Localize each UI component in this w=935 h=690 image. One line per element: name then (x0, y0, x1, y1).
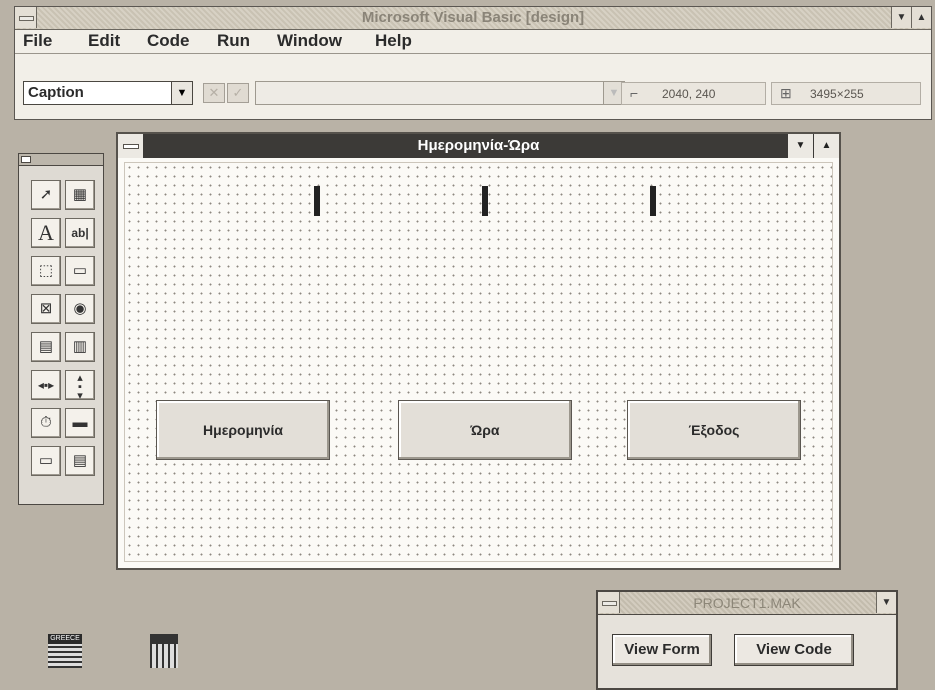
label-icon[interactable]: A (31, 218, 61, 248)
vscroll-icon[interactable]: ▴ ▪ ▾ (65, 370, 95, 402)
menu-help[interactable]: Help (375, 31, 412, 51)
drive-list-icon[interactable]: ▬ (65, 408, 95, 438)
timer-icon[interactable]: ⏱ (31, 408, 61, 438)
toolbox: ➚ ▦ A ab| ⬚ ▭ ⊠ ◉ ▤ ▥ ◂▪▸ ▴ ▪ ▾ ⏱ ▬ ▭ ▤ (18, 153, 104, 505)
menu-code[interactable]: Code (147, 31, 190, 51)
view-form-button[interactable]: View Form (612, 634, 712, 666)
cancel-icon[interactable]: ✕ (203, 83, 225, 103)
date-button[interactable]: Ημερομηνία (156, 400, 330, 460)
selection-handle[interactable] (650, 186, 656, 216)
exit-button[interactable]: Έξοδος (627, 400, 801, 460)
project-minimize-button[interactable]: ▼ (876, 592, 896, 613)
pointer-icon[interactable]: ➚ (31, 180, 61, 210)
properties-combo[interactable]: Caption ▼ (23, 81, 193, 105)
combo-box-icon[interactable]: ▤ (31, 332, 61, 362)
project-title: PROJECT1.MAK (693, 595, 801, 611)
frame-icon[interactable]: ⬚ (31, 256, 61, 286)
text-box-icon[interactable]: ab| (65, 218, 95, 248)
menu-file[interactable]: File (23, 31, 52, 51)
command-button-icon[interactable]: ▭ (65, 256, 95, 286)
greece-icon-label: GREECE (48, 634, 82, 644)
position-value: 2040, 240 (662, 87, 716, 101)
view-code-button[interactable]: View Code (734, 634, 854, 666)
position-icon: ⌐ (630, 85, 639, 101)
dir-list-icon[interactable]: ▭ (31, 446, 61, 476)
position-readout: ⌐ 2040, 240 (621, 82, 766, 105)
design-form: Ημερομηνία-Ώρα ▼ ▲ Ημερομηνία Ώρα Έξοδος (116, 132, 841, 570)
accept-icon[interactable]: ✓ (227, 83, 249, 103)
form-maximize-button[interactable]: ▲ (813, 134, 839, 158)
option-button-icon[interactable]: ◉ (65, 294, 95, 324)
selection-handle[interactable] (314, 186, 320, 216)
file-list-icon[interactable]: ▤ (65, 446, 95, 476)
form-design-grid[interactable] (124, 162, 833, 562)
menu-edit[interactable]: Edit (88, 31, 120, 51)
menu-window[interactable]: Window (277, 31, 342, 51)
property-value-box[interactable]: ▼ (255, 81, 625, 105)
hscroll-icon[interactable]: ◂▪▸ (31, 370, 61, 400)
size-value: 3495×255 (810, 87, 864, 101)
toolbox-header[interactable] (19, 154, 103, 166)
time-button[interactable]: Ώρα (398, 400, 572, 460)
maximize-button[interactable]: ▲ (911, 7, 931, 28)
project-title-bar[interactable]: PROJECT1.MAK ▼ (598, 592, 896, 615)
vb-main-window: Microsoft Visual Basic [design] ▼ ▲ File… (14, 6, 932, 120)
calculator-app-icon[interactable] (150, 634, 184, 668)
properties-combo-value: Caption (28, 84, 84, 101)
check-box-icon[interactable]: ⊠ (31, 294, 61, 324)
form-title-bar[interactable]: Ημερομηνία-Ώρα ▼ ▲ (118, 134, 839, 158)
size-readout: ⊞ 3495×255 (771, 82, 921, 105)
combo-arrow-icon[interactable]: ▼ (171, 82, 192, 104)
list-box-icon[interactable]: ▥ (65, 332, 95, 362)
toolbar: Caption ▼ ✕ ✓ ▼ ⌐ 2040, 240 ⊞ 3495×255 (15, 54, 931, 120)
project-window: PROJECT1.MAK ▼ View Form View Code (596, 590, 898, 690)
app-title: Microsoft Visual Basic [design] (361, 9, 585, 26)
size-icon: ⊞ (780, 85, 792, 101)
title-bar[interactable]: Microsoft Visual Basic [design] ▼ ▲ (15, 7, 931, 30)
selection-handle[interactable] (482, 186, 488, 216)
greece-app-icon[interactable]: GREECE (48, 634, 82, 668)
menu-run[interactable]: Run (217, 31, 250, 51)
form-title: Ημερομηνία-Ώρα (417, 137, 540, 154)
picture-box-icon[interactable]: ▦ (65, 180, 95, 210)
form-minimize-button[interactable]: ▼ (787, 134, 813, 158)
minimize-button[interactable]: ▼ (891, 7, 911, 28)
menu-bar: File Edit Code Run Window Help (15, 29, 931, 54)
